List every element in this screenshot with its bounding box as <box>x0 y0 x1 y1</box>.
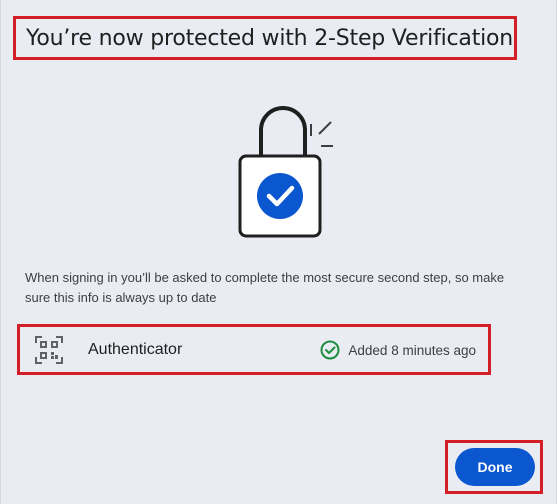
status-text: Added 8 minutes ago <box>348 342 476 358</box>
done-highlight: Done <box>445 440 543 494</box>
padlock-check-icon <box>238 106 333 238</box>
title-highlight: You’re now protected with 2-Step Verific… <box>13 16 517 60</box>
method-status: Added 8 minutes ago <box>320 340 476 360</box>
description-text: When signing in you’ll be asked to compl… <box>25 270 505 305</box>
check-circle-icon <box>320 340 340 360</box>
qr-code-icon <box>35 336 63 364</box>
method-name: Authenticator <box>88 341 183 358</box>
done-button[interactable]: Done <box>455 448 535 486</box>
authenticator-method-row[interactable]: Authenticator Added 8 minutes ago <box>17 324 491 375</box>
dialog-title: You’re now protected with 2-Step Verific… <box>26 25 514 51</box>
verification-dialog: You’re now protected with 2-Step Verific… <box>0 0 557 504</box>
